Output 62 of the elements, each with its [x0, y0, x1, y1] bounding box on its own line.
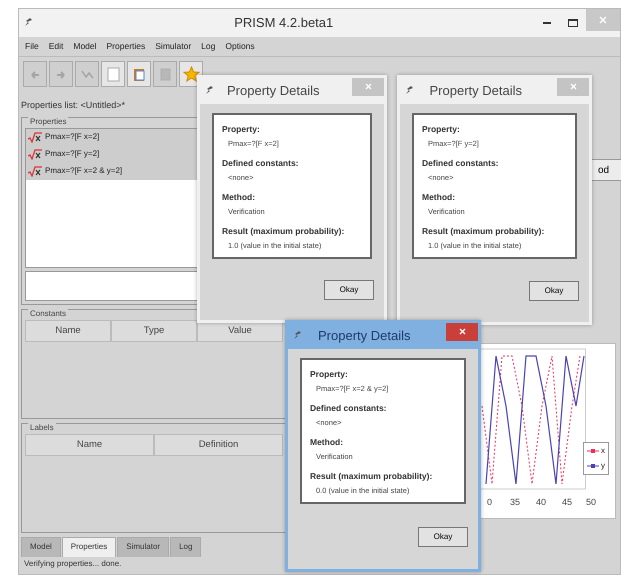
group-title: Constants: [28, 308, 68, 318]
field-label: Method:: [422, 191, 456, 204]
menu-item[interactable]: Options: [225, 40, 255, 53]
close-icon: [570, 82, 576, 90]
toolbar-button[interactable]: [101, 61, 125, 87]
legend-label: y: [601, 460, 605, 472]
tab[interactable]: Properties: [62, 536, 116, 556]
star-icon: [182, 66, 200, 82]
menu-item[interactable]: Edit: [48, 40, 64, 53]
field-label: Result (maximum probability):: [222, 225, 346, 238]
okay-button[interactable]: Okay: [324, 280, 374, 300]
okay-button[interactable]: Okay: [418, 526, 468, 546]
menu-item[interactable]: Log: [201, 40, 216, 53]
axis-tick-label: 35: [510, 496, 520, 509]
okay-button[interactable]: Okay: [529, 280, 579, 300]
axis-tick-label: 50: [586, 496, 596, 509]
axis-tick-label: 0: [487, 496, 492, 509]
legend-label: x: [601, 445, 605, 457]
column-header[interactable]: Name: [25, 320, 111, 342]
field-label: Property:: [310, 368, 349, 381]
tab[interactable]: Simulator: [117, 536, 170, 556]
axis-tick-label: 45: [562, 496, 572, 509]
formula-icon: [28, 132, 42, 142]
dialog-title: Property Details: [226, 82, 320, 100]
formula-icon: [28, 166, 42, 176]
field-label: Property:: [422, 123, 461, 136]
app-logo-icon: [404, 85, 414, 97]
app-logo-icon: [204, 85, 214, 97]
tab[interactable]: Log: [170, 536, 202, 556]
menu-item[interactable]: Properties: [106, 40, 146, 53]
group-title: Properties: [28, 116, 68, 126]
field-label: Result (maximum probability):: [422, 225, 546, 238]
minimize-icon: [543, 22, 551, 24]
field-label: Method:: [222, 191, 256, 204]
close-icon: [364, 82, 372, 90]
field-label: Method:: [310, 436, 344, 449]
field-label: Defined constants:: [310, 402, 388, 415]
field-label: Defined constants:: [422, 157, 500, 170]
tab[interactable]: Model: [21, 536, 61, 556]
column-header[interactable]: Definition: [154, 434, 283, 456]
menu-item[interactable]: File: [25, 40, 39, 53]
window-title: PRISM 4.2.beta1: [233, 14, 334, 32]
toolbar-button[interactable]: [127, 61, 151, 87]
axis-tick-label: 40: [536, 496, 546, 509]
page-icon: [104, 66, 122, 82]
menu-item[interactable]: Simulator: [155, 40, 192, 53]
column-header[interactable]: Name: [25, 434, 154, 456]
close-icon: [599, 16, 607, 24]
menu-item[interactable]: Model: [73, 40, 97, 53]
app-logo-icon: [24, 17, 34, 29]
formula-icon: [28, 148, 42, 160]
maximize-icon: [568, 19, 578, 27]
app-logo-icon: [292, 330, 302, 342]
close-button[interactable]: [446, 323, 478, 341]
close-icon: [458, 328, 466, 335]
dialog-title: Property Details: [428, 82, 523, 100]
field-label: Result (maximum probability):: [310, 470, 434, 483]
status-text: Verifying properties... done.: [23, 558, 122, 570]
panel-title: Properties list: <Untitled>*: [21, 99, 126, 112]
group-title: Labels: [28, 422, 56, 432]
column-header[interactable]: Type: [111, 320, 197, 342]
dialog-title: Property Details: [317, 327, 412, 346]
